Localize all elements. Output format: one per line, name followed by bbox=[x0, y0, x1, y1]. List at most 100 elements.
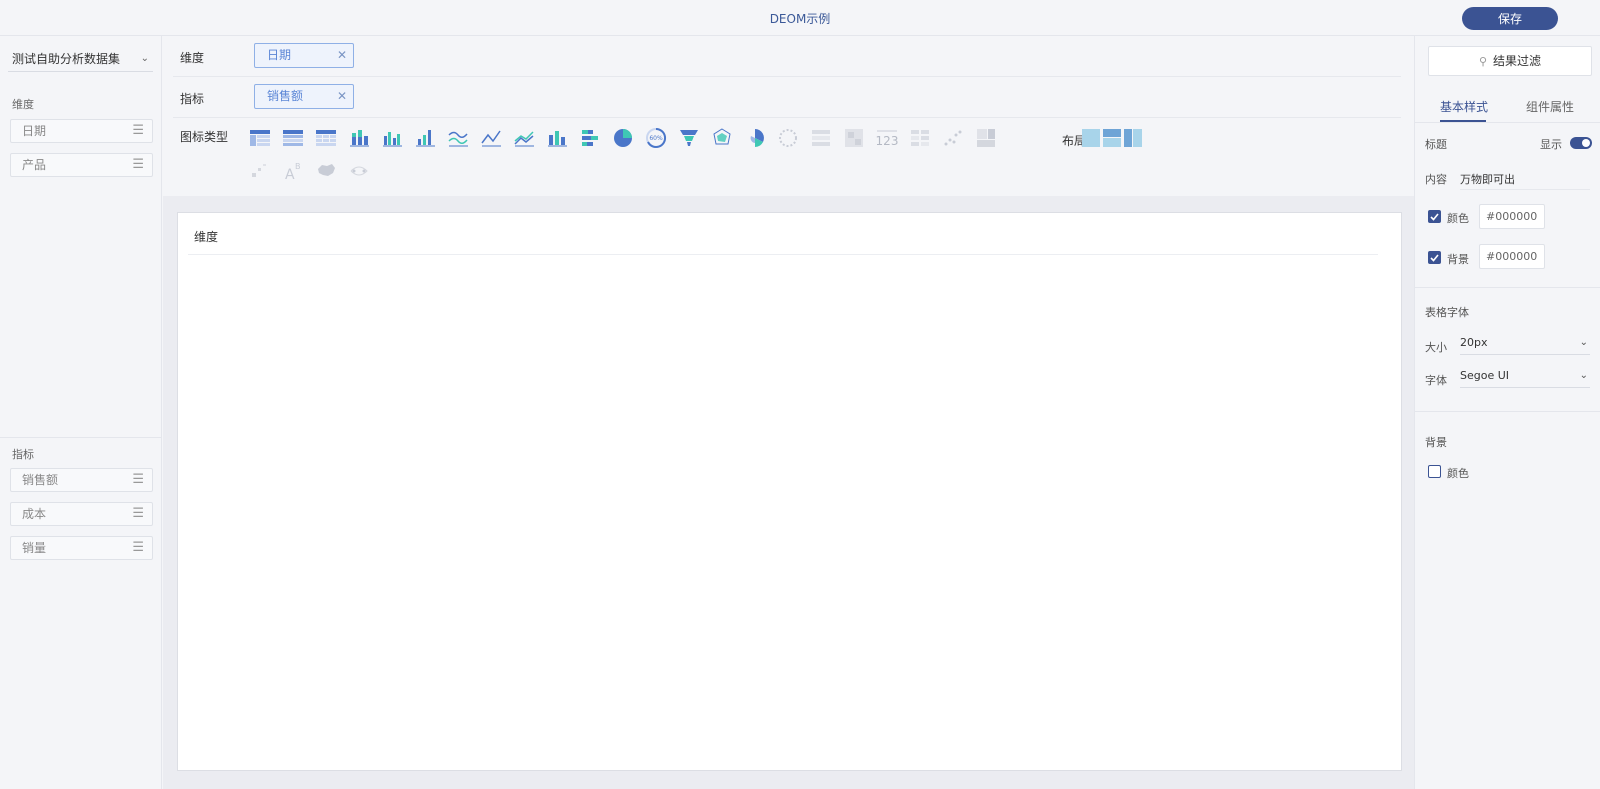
multi-line-chart-icon[interactable] bbox=[445, 125, 471, 151]
close-icon[interactable]: ✕ bbox=[337, 44, 347, 67]
dimension-tag-label: 日期 bbox=[267, 48, 292, 62]
section-divider bbox=[1415, 411, 1600, 412]
treemap-chart-icon[interactable] bbox=[973, 125, 999, 151]
measure-tag[interactable]: 销售额 ✕ bbox=[254, 84, 354, 109]
content-value[interactable]: 万物即可出 bbox=[1460, 171, 1515, 187]
crosstab-chart-icon[interactable] bbox=[280, 125, 306, 151]
drag-handle-icon[interactable]: ☰ bbox=[132, 154, 144, 176]
rose-chart-icon[interactable] bbox=[742, 125, 768, 151]
bar-chart-icon[interactable] bbox=[379, 125, 405, 151]
right-panel: ⚲ 结果过滤 基本样式 组件属性 标题 显示 内容 万物即可出 颜色 #00000… bbox=[1414, 36, 1600, 789]
color-input[interactable]: #000000 bbox=[1479, 204, 1545, 229]
canvas-title-divider bbox=[188, 254, 1378, 255]
tab-component-props[interactable]: 组件属性 bbox=[1526, 98, 1574, 115]
table-chart-icon[interactable] bbox=[247, 125, 273, 151]
field-item-label: 销售额 bbox=[22, 473, 59, 487]
field-item-date[interactable]: 日期 ☰ bbox=[10, 119, 153, 143]
dataset-select[interactable]: 测试自助分析数据集 ⌄ bbox=[8, 46, 153, 72]
background-color-checkbox[interactable] bbox=[1428, 465, 1441, 478]
drag-handle-icon[interactable]: ☰ bbox=[132, 120, 144, 142]
content-label: 内容 bbox=[1425, 173, 1447, 186]
color-label: 颜色 bbox=[1447, 212, 1469, 225]
section-divider bbox=[1415, 287, 1600, 288]
content-underline bbox=[1460, 189, 1590, 190]
radar-chart-icon[interactable] bbox=[709, 125, 735, 151]
stacked-bar-icon[interactable] bbox=[346, 125, 372, 151]
font-select[interactable]: Segoe UI ⌄ bbox=[1460, 366, 1590, 388]
line-chart-icon[interactable] bbox=[478, 125, 504, 151]
chart-type-label: 图标类型 bbox=[180, 130, 229, 144]
dimensions-section-label: 维度 bbox=[12, 98, 34, 111]
chevron-down-icon: ⌄ bbox=[1579, 370, 1588, 381]
combo-chart-icon[interactable] bbox=[544, 125, 570, 151]
text-chart-icon[interactable]: AB bbox=[280, 158, 306, 184]
close-icon[interactable]: ✕ bbox=[337, 85, 347, 108]
measures-section-label: 指标 bbox=[12, 448, 34, 461]
top-bar: DEOM示例 保存 bbox=[0, 0, 1600, 36]
waterfall-chart-icon[interactable] bbox=[247, 158, 273, 184]
column-chart-icon[interactable] bbox=[412, 125, 438, 151]
background-section-label: 背景 bbox=[1425, 436, 1447, 449]
field-item-cost[interactable]: 成本 ☰ bbox=[10, 502, 153, 526]
pivot-chart-icon[interactable] bbox=[907, 125, 933, 151]
left-divider bbox=[0, 437, 162, 438]
show-label: 显示 bbox=[1540, 138, 1562, 151]
chevron-down-icon: ⌄ bbox=[1579, 337, 1588, 348]
chart-config: 维度 日期 ✕ 指标 销售额 ✕ 图标类型 60% 123 布局 A B bbox=[163, 36, 1414, 196]
size-select-value: 20px bbox=[1460, 336, 1488, 349]
funnel-chart-icon[interactable] bbox=[676, 125, 702, 151]
result-filter-button[interactable]: ⚲ 结果过滤 bbox=[1428, 46, 1592, 76]
row-divider bbox=[173, 117, 1401, 118]
title-show-toggle[interactable] bbox=[1570, 137, 1592, 149]
field-item-label: 成本 bbox=[22, 507, 47, 521]
chart-canvas[interactable]: 维度 bbox=[177, 212, 1402, 771]
scatter-chart-icon[interactable] bbox=[940, 125, 966, 151]
field-item-label: 销量 bbox=[22, 541, 47, 555]
flow-map-icon[interactable] bbox=[346, 158, 372, 184]
canvas-title: 维度 bbox=[194, 230, 219, 244]
dataset-select-value: 测试自助分析数据集 bbox=[12, 52, 121, 66]
bg-color-input[interactable]: #000000 bbox=[1479, 244, 1545, 269]
field-item-product[interactable]: 产品 ☰ bbox=[10, 153, 153, 177]
font-label: 字体 bbox=[1425, 374, 1447, 387]
number-card-icon[interactable]: 123 bbox=[874, 125, 900, 151]
field-item-sales[interactable]: 销售额 ☰ bbox=[10, 468, 153, 492]
measure-tag-label: 销售额 bbox=[267, 89, 304, 103]
tab-basic-style[interactable]: 基本样式 bbox=[1440, 98, 1488, 115]
pie-chart-icon[interactable] bbox=[610, 125, 636, 151]
drag-handle-icon[interactable]: ☰ bbox=[132, 503, 144, 525]
left-panel: 测试自助分析数据集 ⌄ 维度 日期 ☰ 产品 ☰ 指标 销售额 ☰ 成本 ☰ 销… bbox=[0, 36, 162, 789]
background-color-label: 颜色 bbox=[1447, 467, 1469, 480]
row-divider bbox=[173, 76, 1401, 77]
save-button[interactable]: 保存 bbox=[1462, 7, 1558, 30]
field-item-label: 日期 bbox=[22, 124, 47, 138]
gauge-chart-icon[interactable]: 60% bbox=[643, 125, 669, 151]
app-title: DEOM示例 bbox=[769, 12, 831, 26]
bubble-chart-icon[interactable] bbox=[775, 125, 801, 151]
field-item-quantity[interactable]: 销量 ☰ bbox=[10, 536, 153, 560]
map-chart-icon[interactable] bbox=[313, 158, 339, 184]
measure-row-label: 指标 bbox=[180, 92, 205, 106]
drag-handle-icon[interactable]: ☰ bbox=[132, 469, 144, 491]
bg-label: 背景 bbox=[1447, 253, 1469, 266]
horizontal-bar-icon[interactable] bbox=[577, 125, 603, 151]
heatmap-chart-icon[interactable] bbox=[841, 125, 867, 151]
font-select-value: Segoe UI bbox=[1460, 369, 1510, 382]
result-filter-label: 结果过滤 bbox=[1493, 54, 1542, 68]
chevron-down-icon: ⌄ bbox=[140, 53, 149, 64]
layout-options[interactable] bbox=[1079, 125, 1145, 151]
bg-checkbox[interactable] bbox=[1428, 251, 1441, 264]
field-item-label: 产品 bbox=[22, 158, 47, 172]
title-label: 标题 bbox=[1425, 138, 1447, 151]
detail-table-icon[interactable] bbox=[313, 125, 339, 151]
size-select[interactable]: 20px ⌄ bbox=[1460, 333, 1590, 355]
dimension-tag[interactable]: 日期 ✕ bbox=[254, 43, 354, 68]
svg-text:B: B bbox=[295, 162, 301, 171]
svg-text:60%: 60% bbox=[649, 135, 663, 142]
drag-handle-icon[interactable]: ☰ bbox=[132, 537, 144, 559]
color-checkbox[interactable] bbox=[1428, 210, 1441, 223]
table-font-label: 表格字体 bbox=[1425, 306, 1469, 319]
size-label: 大小 bbox=[1425, 341, 1447, 354]
area-line-chart-icon[interactable] bbox=[511, 125, 537, 151]
list-chart-icon[interactable] bbox=[808, 125, 834, 151]
